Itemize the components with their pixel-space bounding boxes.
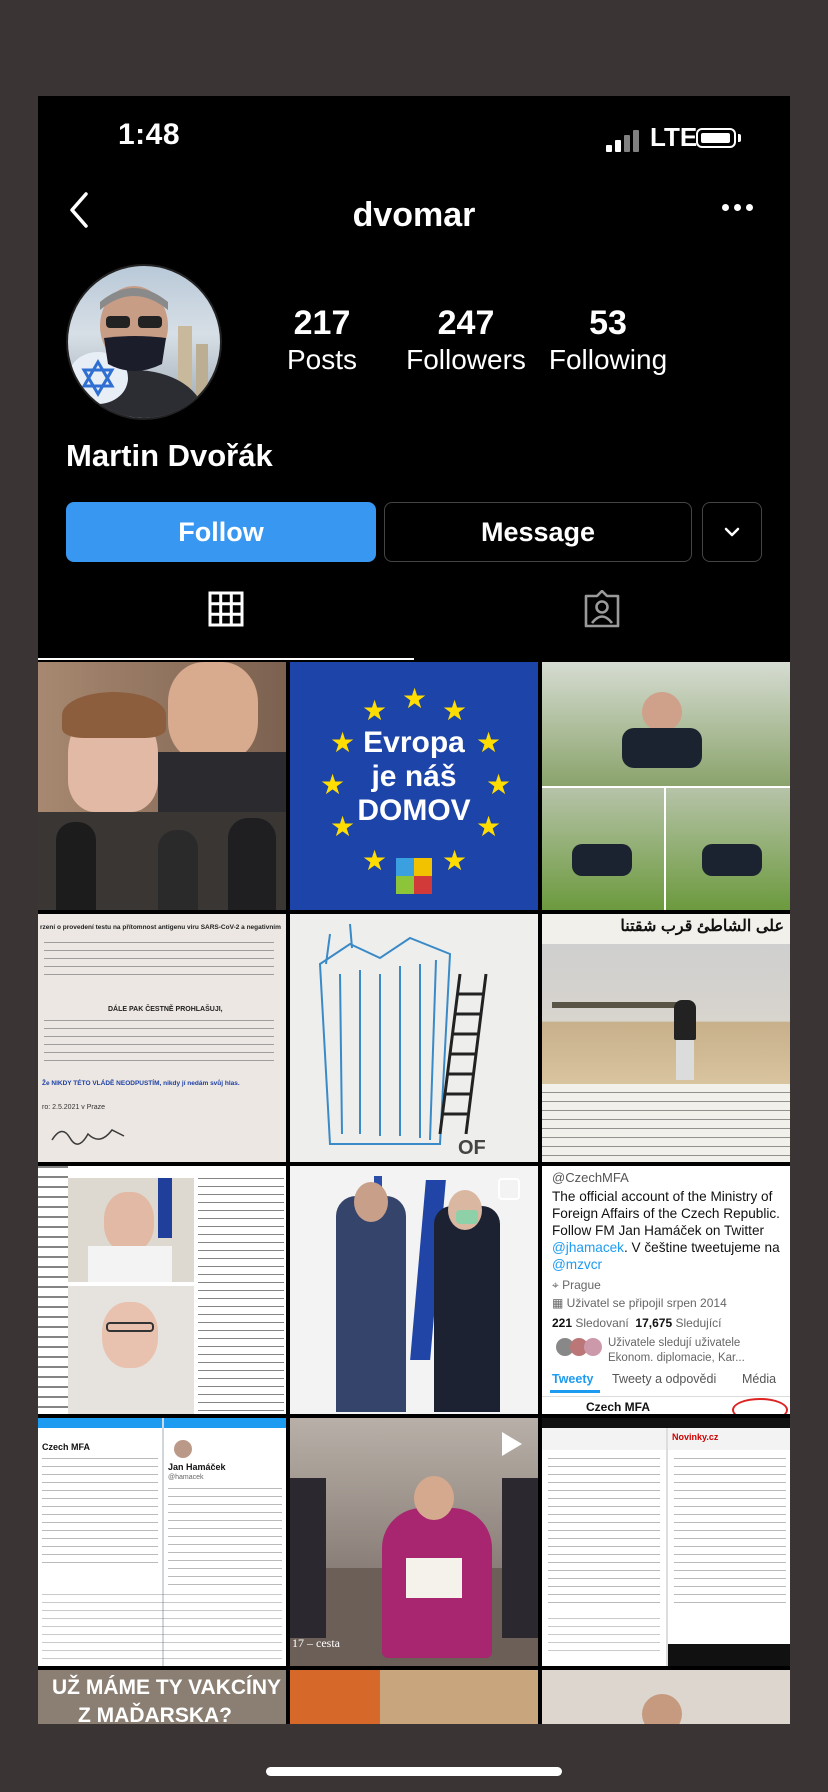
post-text-line: Evropa	[363, 726, 465, 759]
post-caption: 17 – cesta	[292, 1636, 340, 1650]
post-text-line: je náš	[371, 760, 457, 793]
twitter-account-name: Jan Hamáček	[168, 1462, 226, 1472]
battery-icon	[696, 128, 736, 148]
battery-tip	[738, 134, 741, 142]
profile-username: dvomar	[352, 196, 476, 234]
chevron-down-icon	[724, 527, 740, 537]
post-thumbnail[interactable]	[542, 1670, 790, 1724]
twitter-tab: Tweety a odpovědi	[612, 1372, 717, 1386]
twitter-link: @mzvcr	[552, 1257, 603, 1272]
tab-tagged[interactable]	[414, 576, 790, 642]
post-thumbnail[interactable]	[38, 1166, 286, 1414]
post-text-line: DOMOV	[357, 794, 471, 827]
posts-count: 217	[293, 304, 351, 342]
twitter-tab: Tweety	[552, 1372, 594, 1386]
post-thumbnail[interactable]: OF	[290, 914, 538, 1162]
twitter-handle: @CzechMFA	[552, 1170, 629, 1185]
twitter-followers-label: Sledující	[675, 1316, 722, 1330]
document-text: rzení o provedení testu na přítomnost an…	[40, 924, 281, 931]
more-options-icon[interactable]	[718, 204, 758, 216]
home-indicator[interactable]	[266, 1767, 562, 1776]
post-thumbnail[interactable]: rzení o provedení testu na přítomnost an…	[38, 914, 286, 1162]
followers-count: 247	[437, 304, 495, 342]
twitter-bio-line: The official account of the Ministry of	[552, 1189, 773, 1204]
document-text: DÁLE PAK ČESTNĚ PROHLAŠUJI,	[108, 1006, 223, 1013]
followers-label: Followers	[406, 344, 526, 375]
twitter-bio-line: Follow FM Jan Hamáček on Twitter	[552, 1223, 765, 1238]
twitter-followed-by: Uživatele sledují uživatele	[608, 1337, 741, 1349]
post-headline: على الشاطئ قرب شقتنا	[620, 918, 784, 935]
twitter-account-name: Czech MFA	[42, 1442, 91, 1452]
tab-posts-grid[interactable]	[38, 576, 414, 642]
status-time: 1:48	[118, 118, 181, 151]
twitter-following-label: Sledovaní	[575, 1316, 629, 1330]
following-stat[interactable]: 53 Following	[538, 304, 678, 378]
network-label: LTE	[650, 122, 698, 152]
twitter-tab: Média	[742, 1372, 777, 1386]
following-count: 53	[589, 304, 627, 342]
posts-label: Posts	[286, 344, 358, 375]
twitter-followers-count: 17,675	[635, 1316, 673, 1330]
twitter-bio-line: Foreign Affairs of the Czech Republic.	[552, 1206, 780, 1221]
avatar[interactable]	[66, 264, 222, 420]
profile-full-name: Martin Dvořák	[66, 438, 273, 473]
twitter-handle: @hamacek	[168, 1474, 204, 1481]
svg-text:OF: OF	[458, 1137, 486, 1159]
post-thumbnail[interactable]: @CzechMFA The official account of the Mi…	[542, 1166, 790, 1414]
grid-icon	[208, 591, 244, 627]
post-thumbnail[interactable]	[290, 1166, 538, 1414]
post-thumbnail[interactable]: Czech MFA Jan Hamáček @hamacek	[38, 1418, 286, 1666]
active-tab-indicator	[38, 658, 414, 660]
post-text-line: UŽ MÁME TY VAKCÍNY	[52, 1676, 282, 1699]
post-thumbnail[interactable]: UŽ MÁME TY VAKCÍNY Z MAĎARSKA?	[38, 1670, 286, 1724]
twitter-following-count: 221	[552, 1316, 573, 1330]
post-thumbnail[interactable]: 17 – cesta	[290, 1418, 538, 1666]
calendar-icon: ▦	[552, 1296, 567, 1310]
signal-icon	[606, 130, 640, 152]
suggested-accounts-button[interactable]	[702, 502, 762, 562]
news-site-name: Novinky.cz	[672, 1432, 719, 1442]
twitter-link: @jhamacek	[552, 1240, 624, 1255]
post-text-line: Z MAĎARSKA?	[78, 1704, 232, 1724]
tagged-person-icon	[584, 590, 620, 628]
twitter-tweet-author: Czech MFA	[586, 1400, 651, 1414]
twitter-location: Prague	[562, 1278, 601, 1292]
following-label: Following	[548, 344, 668, 375]
twitter-joined: Uživatel se připojil srpen 2014	[566, 1296, 727, 1310]
signature	[51, 1129, 125, 1145]
video-play-icon	[502, 1432, 522, 1456]
twitter-followed-by: Ekonom. diplomacie, Kar...	[608, 1352, 745, 1364]
message-button[interactable]: Message	[384, 502, 692, 562]
post-thumbnail[interactable]: ★ ★ ★ ★ ★ ★ ★ ★ ★ ★ ★ Evropa je náš DOMO…	[290, 662, 538, 910]
post-thumbnail[interactable]	[290, 1670, 538, 1724]
posts-stat[interactable]: 217 Posts	[252, 304, 392, 378]
follow-button[interactable]: Follow	[66, 502, 376, 562]
post-thumbnail[interactable]: Novinky.cz	[542, 1418, 790, 1666]
location-pin-icon: ⌖	[552, 1278, 563, 1292]
document-text: Že NIKDY TÉTO VLÁDĚ NEODPUSTÍM, nikdy jí…	[42, 1080, 240, 1087]
post-thumbnail[interactable]	[38, 662, 286, 910]
post-thumbnail[interactable]	[542, 662, 790, 910]
post-thumbnail[interactable]: على الشاطئ قرب شقتنا	[542, 914, 790, 1162]
document-date: ro: 2.5.2021 v Praze	[42, 1104, 106, 1111]
followers-stat[interactable]: 247 Followers	[396, 304, 536, 378]
twitter-bio-line: . V češtine tweetujeme na	[623, 1240, 780, 1255]
phone-screen: 1:48 LTE dvomar 217 Posts 247 Followers …	[38, 96, 790, 1724]
multiple-posts-icon	[498, 1178, 520, 1200]
